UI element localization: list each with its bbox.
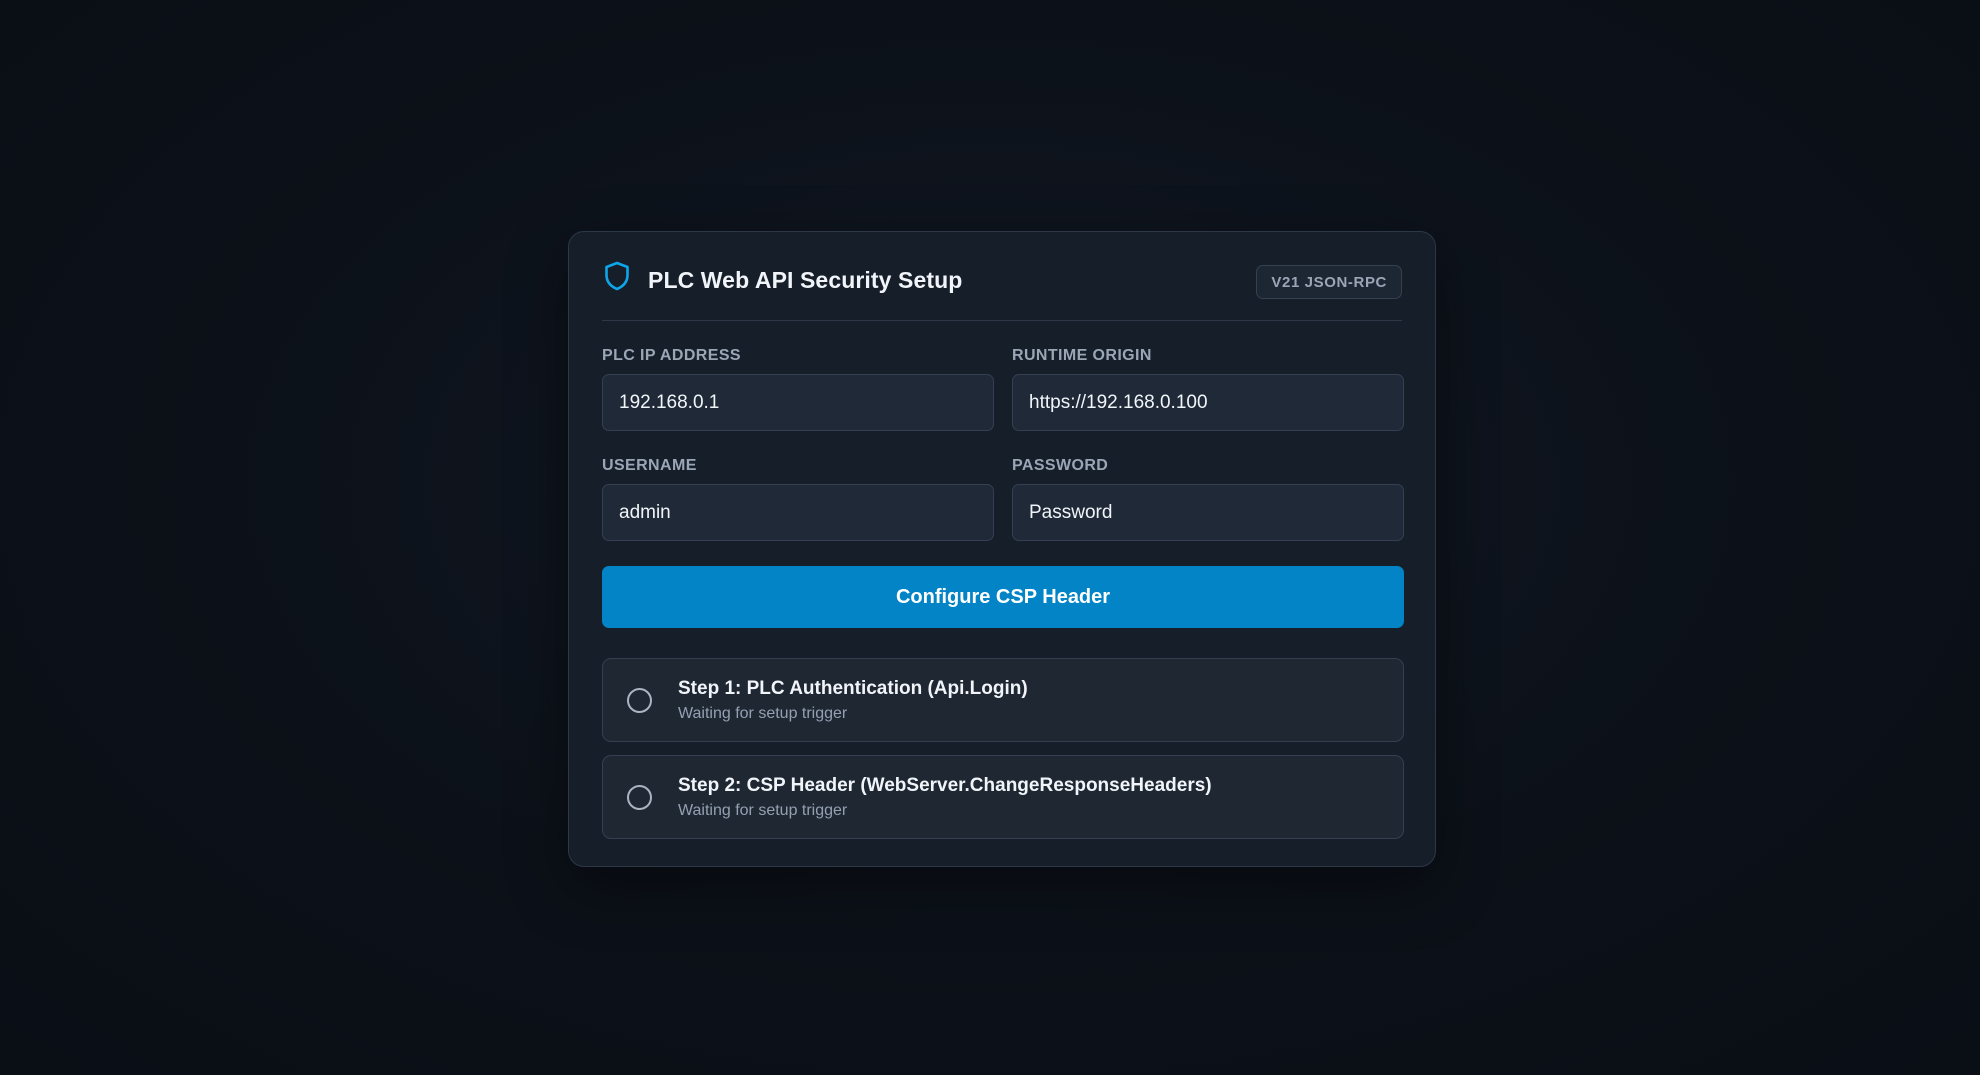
setup-steps: Step 1: PLC Authentication (Api.Login) W… bbox=[602, 658, 1404, 839]
pending-circle-icon bbox=[627, 687, 652, 713]
step-title: Step 1: PLC Authentication (Api.Login) bbox=[678, 677, 1028, 699]
password-field: PASSWORD bbox=[1012, 457, 1404, 541]
card-header: PLC Web API Security Setup V21 JSON-RPC bbox=[602, 232, 1402, 321]
runtime-origin-field: RUNTIME ORIGIN bbox=[1012, 347, 1404, 431]
step-title: Step 2: CSP Header (WebServer.ChangeResp… bbox=[678, 774, 1212, 796]
step-item: Step 1: PLC Authentication (Api.Login) W… bbox=[602, 658, 1404, 742]
runtime-origin-input[interactable] bbox=[1012, 374, 1404, 431]
step-text: Step 2: CSP Header (WebServer.ChangeResp… bbox=[678, 775, 1212, 820]
setup-card: PLC Web API Security Setup V21 JSON-RPC … bbox=[568, 231, 1436, 867]
plc-ip-label: PLC IP ADDRESS bbox=[602, 347, 741, 364]
plc-ip-input[interactable] bbox=[602, 374, 994, 431]
page-title: PLC Web API Security Setup bbox=[648, 266, 963, 293]
pending-circle-icon bbox=[627, 784, 652, 810]
runtime-origin-label: RUNTIME ORIGIN bbox=[1012, 347, 1152, 364]
password-label: PASSWORD bbox=[1012, 457, 1109, 474]
shield-icon bbox=[604, 260, 634, 292]
credentials-form: PLC IP ADDRESS RUNTIME ORIGIN USERNAME P… bbox=[602, 347, 1404, 567]
page-background: PLC Web API Security Setup V21 JSON-RPC … bbox=[0, 0, 1980, 1075]
step-status: Waiting for setup trigger bbox=[678, 801, 848, 819]
configure-csp-button[interactable]: Configure CSP Header bbox=[602, 566, 1404, 628]
api-version-badge: V21 JSON-RPC bbox=[1256, 265, 1402, 299]
password-input[interactable] bbox=[1012, 484, 1404, 541]
username-input[interactable] bbox=[602, 484, 994, 541]
step-status: Waiting for setup trigger bbox=[678, 704, 848, 722]
username-label: USERNAME bbox=[602, 457, 697, 474]
step-text: Step 1: PLC Authentication (Api.Login) W… bbox=[678, 678, 1028, 723]
username-field: USERNAME bbox=[602, 457, 994, 541]
plc-ip-field: PLC IP ADDRESS bbox=[602, 347, 994, 431]
step-item: Step 2: CSP Header (WebServer.ChangeResp… bbox=[602, 755, 1404, 839]
